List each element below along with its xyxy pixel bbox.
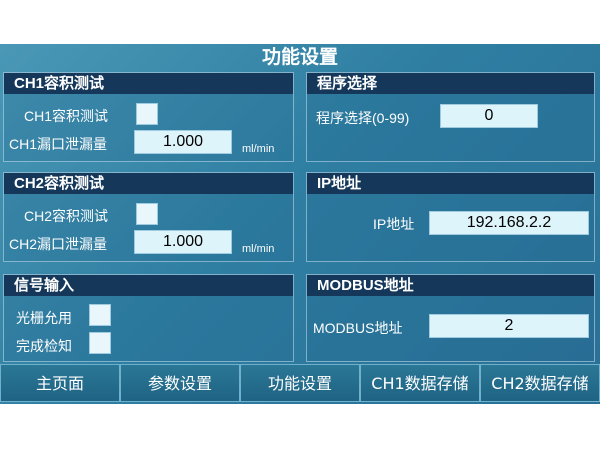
ch2-panel-header: CH2容积测试 [4, 173, 293, 194]
page-title: 功能设置 [261, 46, 338, 68]
ch2-test-label: CH2容积测试 [24, 208, 109, 224]
nav-home-button[interactable]: 主页面 [0, 364, 120, 402]
ch2-volume-panel: CH2容积测试 CH2容积测试 CH2漏口泄漏量 1.000 ml/min [3, 172, 294, 262]
ip-panel-header: IP地址 [307, 173, 594, 194]
ch2-test-checkbox[interactable] [136, 203, 158, 225]
bottom-nav: 主页面 参数设置 功能设置 CH1数据存储 CH2数据存储 [0, 364, 600, 404]
modbus-panel-header: MODBUS地址 [307, 275, 594, 296]
ch2-leak-label: CH2漏口泄漏量 [9, 236, 108, 252]
grating-enable-label: 光栅允用 [16, 310, 72, 326]
ip-address-panel: IP地址 IP地址 192.168.2.2 [306, 172, 595, 262]
ip-address-input[interactable]: 192.168.2.2 [429, 211, 589, 235]
ch1-volume-panel: CH1容积测试 CH1容积测试 CH1漏口泄漏量 1.000 ml/min [3, 72, 294, 162]
nav-function-button[interactable]: 功能设置 [240, 364, 360, 402]
ch1-leak-label: CH1漏口泄漏量 [9, 136, 108, 152]
ch1-test-label: CH1容积测试 [24, 108, 109, 124]
ch1-leak-input[interactable]: 1.000 [134, 130, 232, 154]
nav-ch1-storage-button[interactable]: CH1数据存储 [360, 364, 480, 402]
ch1-test-checkbox[interactable] [136, 103, 158, 125]
program-select-label: 程序选择(0-99) [316, 110, 410, 126]
grating-enable-checkbox[interactable] [89, 304, 111, 326]
modbus-address-label: MODBUS地址 [313, 320, 403, 336]
signal-panel-header: 信号输入 [4, 275, 293, 296]
ch1-panel-header: CH1容积测试 [4, 73, 293, 94]
complete-detect-label: 完成检知 [16, 338, 72, 354]
nav-ch2-storage-button[interactable]: CH2数据存储 [480, 364, 600, 402]
program-panel-header: 程序选择 [307, 73, 594, 94]
modbus-address-input[interactable]: 2 [429, 314, 589, 338]
ip-address-label: IP地址 [373, 216, 415, 232]
hmi-screen: 功能设置 CH1容积测试 CH1容积测试 CH1漏口泄漏量 1.000 ml/m… [0, 44, 600, 404]
nav-params-button[interactable]: 参数设置 [120, 364, 240, 402]
ch2-unit-label: ml/min [242, 243, 275, 255]
program-select-panel: 程序选择 程序选择(0-99) 0 [306, 72, 595, 162]
modbus-address-panel: MODBUS地址 MODBUS地址 2 [306, 274, 595, 362]
program-select-input[interactable]: 0 [440, 104, 538, 128]
ch2-leak-input[interactable]: 1.000 [134, 230, 232, 254]
ch1-unit-label: ml/min [242, 143, 275, 155]
complete-detect-checkbox[interactable] [89, 332, 111, 354]
signal-input-panel: 信号输入 光栅允用 完成检知 [3, 274, 294, 362]
